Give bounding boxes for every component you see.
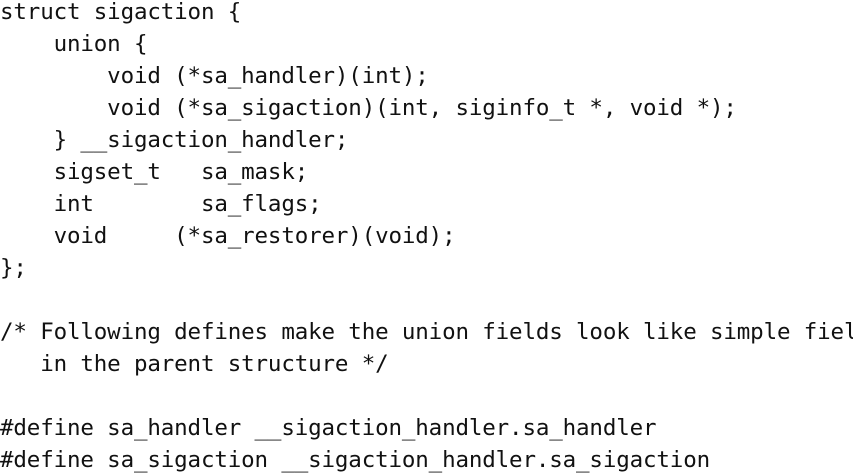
code-line-sa-flags: int sa_flags; <box>0 191 322 217</box>
code-line-union-close: } __sigaction_handler; <box>0 127 349 153</box>
code-line-define-sa-sigaction: #define sa_sigaction __sigaction_handler… <box>0 447 710 473</box>
code-line-comment-end: in the parent structure */ <box>0 351 389 377</box>
code-line-sa-handler: void (*sa_handler)(int); <box>0 63 429 89</box>
code-line-union-open: union { <box>0 31 148 57</box>
code-line-struct-close: }; <box>0 255 27 281</box>
code-line-sa-sigaction: void (*sa_sigaction)(int, siginfo_t *, v… <box>0 95 737 121</box>
code-line-sa-restorer: void (*sa_restorer)(void); <box>0 223 456 249</box>
code-line-define-sa-handler: #define sa_handler __sigaction_handler.s… <box>0 415 657 441</box>
code-line-struct-open: struct sigaction { <box>0 0 242 25</box>
code-line-comment-start: /* Following defines make the union fiel… <box>0 319 853 345</box>
code-line-sa-mask: sigset_t sa_mask; <box>0 159 309 185</box>
code-listing: struct sigaction { union { void (*sa_han… <box>0 0 853 474</box>
